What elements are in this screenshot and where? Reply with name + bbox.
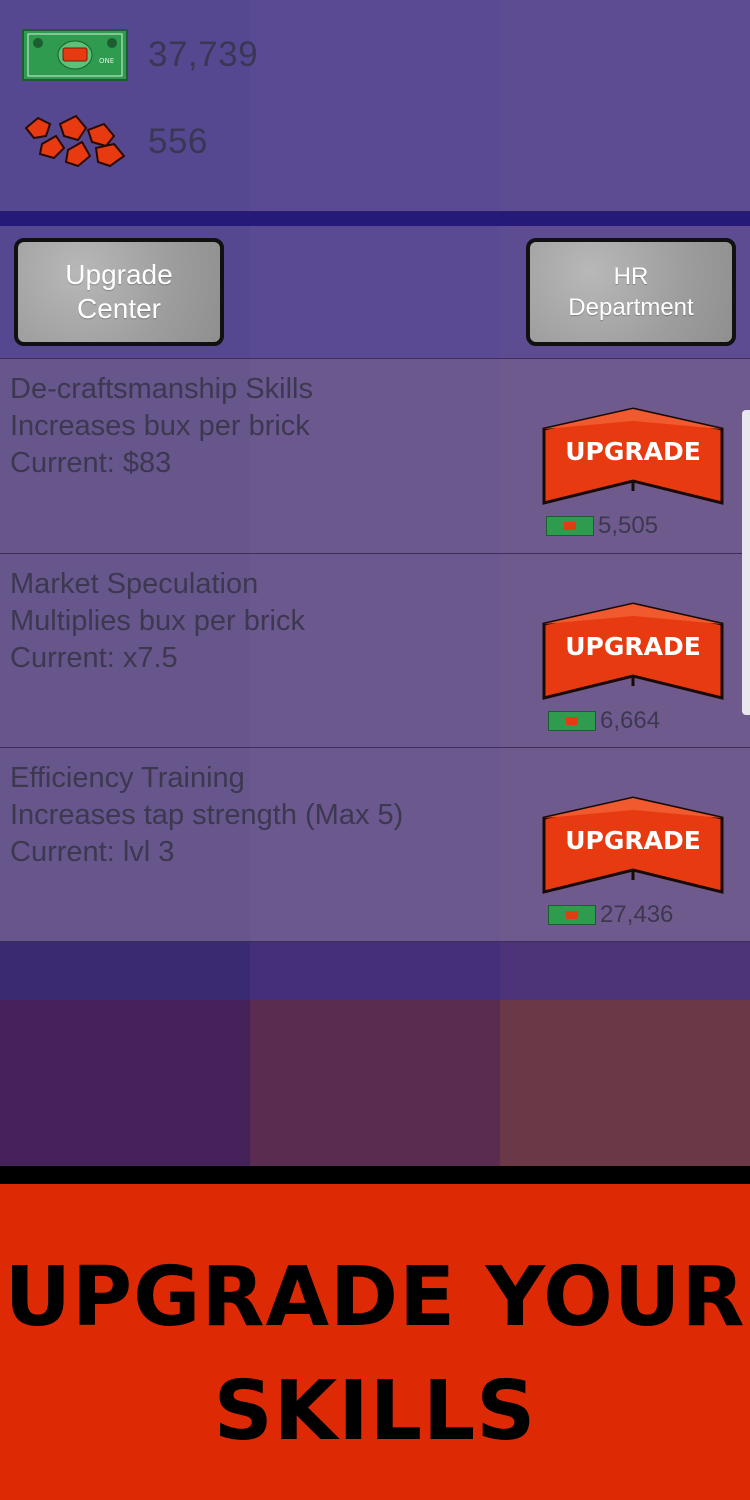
skill-current: Current: $83 (10, 447, 172, 479)
hr-department-button[interactable]: HR Department (526, 238, 736, 346)
upgrade-button-label: UPGRADE (565, 632, 701, 661)
skill-row-market-speculation: Market Speculation Multiplies bux per br… (0, 553, 750, 748)
bricks-stat: 556 (22, 114, 208, 170)
banner-top-border (0, 1166, 750, 1184)
dollar-bill-icon: ONE (22, 27, 130, 83)
list-bottom-border (0, 941, 750, 942)
promo-banner: UPGRADE YOUR SKILLS (0, 1184, 750, 1500)
skill-title: Market Speculation (10, 568, 259, 600)
skill-description: Increases tap strength (Max 5) (10, 799, 404, 831)
bricks-value: 556 (148, 122, 208, 161)
skill-row-efficiency-training: Efficiency Training Increases tap streng… (0, 747, 750, 942)
skill-cost: 27,436 (548, 901, 673, 929)
skill-cost-value: 27,436 (600, 901, 674, 928)
upgrade-button[interactable]: UPGRADE (542, 796, 724, 896)
mini-bill-icon (548, 711, 596, 731)
background-tile (500, 1000, 750, 1166)
background-tile (0, 1000, 250, 1166)
skill-cost: 6,664 (548, 707, 660, 735)
resource-panel: ONE 37,739 556 (0, 0, 750, 212)
upgrade-center-label-line2: Center (76, 293, 162, 324)
skill-row-decraftsmanship: De-craftsmanship Skills Increases bux pe… (0, 358, 750, 553)
bux-value: 37,739 (148, 35, 259, 74)
upgrade-button[interactable]: UPGRADE (542, 602, 724, 702)
hr-label-line1: HR (613, 263, 649, 290)
upgrade-center-label-line1: Upgrade (65, 259, 173, 290)
skill-title: De-craftsmanship Skills (10, 373, 313, 405)
skill-description: Multiplies bux per brick (10, 605, 305, 637)
svg-text:ONE: ONE (99, 57, 114, 65)
promo-headline-line1: UPGRADE YOUR (4, 1250, 746, 1345)
skill-current: Current: x7.5 (10, 642, 178, 674)
upgrade-button-label: UPGRADE (565, 826, 701, 855)
skill-current: Current: lvl 3 (10, 836, 175, 868)
skill-cost-value: 5,505 (598, 512, 659, 539)
background-tile (250, 1000, 500, 1166)
scrollbar[interactable] (742, 410, 750, 715)
panel-divider (0, 212, 750, 226)
nav-panel: Upgrade Center HR Department (0, 226, 750, 358)
upgrade-center-button[interactable]: Upgrade Center (14, 238, 224, 346)
skill-cost: 5,505 (546, 512, 658, 540)
upgrade-button-label: UPGRADE (565, 437, 701, 466)
brick-chunks-icon (22, 114, 130, 170)
upgrade-button[interactable]: UPGRADE (542, 407, 724, 507)
skill-description: Increases bux per brick (10, 410, 310, 442)
mini-bill-icon (548, 905, 596, 925)
mini-bill-icon (546, 516, 594, 536)
hr-label-line2: Department (568, 294, 694, 321)
promo-headline-line2: SKILLS (213, 1364, 537, 1459)
bux-stat: ONE 37,739 (22, 27, 258, 83)
skill-title: Efficiency Training (10, 762, 245, 794)
skill-cost-value: 6,664 (600, 707, 661, 734)
